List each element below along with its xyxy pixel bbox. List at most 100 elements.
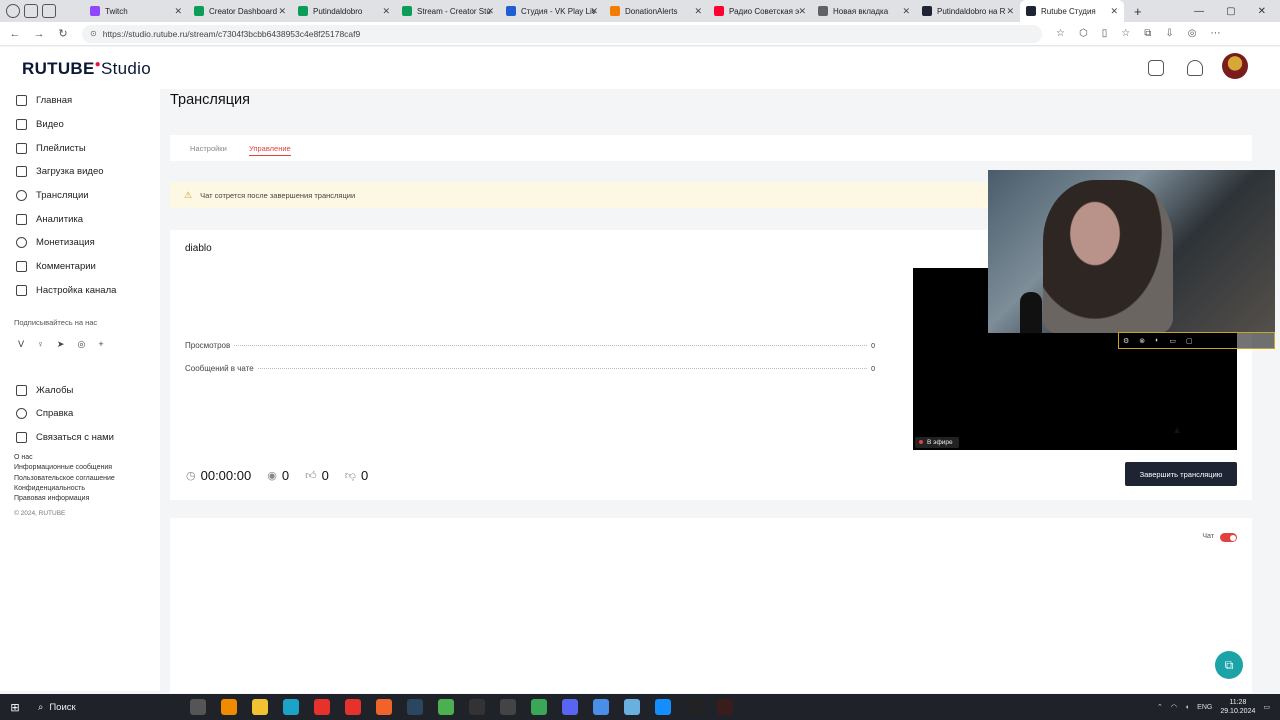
avatar[interactable]: [1222, 53, 1248, 79]
viber-icon[interactable]: ◎: [77, 339, 85, 350]
add-video-icon[interactable]: [1148, 60, 1164, 76]
volume-icon[interactable]: ◖: [1185, 704, 1189, 711]
profile-icon[interactable]: [6, 4, 20, 18]
browser-tab[interactable]: Студия - VK Play Liv ✕: [500, 0, 604, 22]
edge-icon[interactable]: [283, 699, 299, 715]
tab-close-icon[interactable]: ✕: [1006, 6, 1014, 17]
app-icon[interactable]: [500, 699, 516, 715]
chrome-icon[interactable]: [438, 699, 454, 715]
download-icon[interactable]: ⇩: [1165, 28, 1173, 39]
language-indicator[interactable]: ENG: [1197, 704, 1212, 711]
vlc-icon[interactable]: [221, 699, 237, 715]
close-window-icon[interactable]: ✕: [1258, 6, 1266, 17]
browser-tab[interactable]: Putindaldobro на R ✕: [916, 0, 1020, 22]
browser-tab-active[interactable]: Rutube Студия ✕: [1020, 0, 1124, 22]
plus-icon[interactable]: +: [98, 339, 103, 350]
new-tab-button[interactable]: +: [1124, 4, 1142, 19]
browser-tab[interactable]: Радио Советская э ✕: [708, 0, 812, 22]
tab-close-icon[interactable]: ✕: [174, 6, 182, 17]
sidebar-item-comments[interactable]: Комментарии: [0, 255, 160, 279]
sidebar-item-playlists[interactable]: Плейлисты: [0, 136, 160, 160]
tab-close-icon[interactable]: ✕: [1110, 6, 1118, 17]
tab-close-icon[interactable]: ✕: [486, 6, 494, 17]
tray-overflow-icon[interactable]: ⌃: [1157, 703, 1163, 711]
webcam-overlay[interactable]: [988, 170, 1275, 333]
obs-icon[interactable]: [686, 699, 702, 715]
sidebar-icon[interactable]: ▯: [1102, 28, 1108, 39]
notepad-icon[interactable]: [624, 699, 640, 715]
back-icon[interactable]: ←: [6, 28, 24, 40]
footer-link[interactable]: Пользовательское соглашение: [14, 474, 160, 484]
footer-link[interactable]: Конфиденциальность: [14, 484, 160, 494]
menu-icon[interactable]: ⋯: [1210, 28, 1220, 39]
copilot-icon[interactable]: ◎: [1188, 28, 1197, 39]
rutube-studio-logo[interactable]: RUTUBE●Studio: [22, 59, 151, 79]
address-bar[interactable]: ⊙ https://studio.rutube.ru/stream/c7304f…: [82, 24, 1042, 43]
tab-close-icon[interactable]: ✕: [902, 6, 910, 17]
greenshot-icon[interactable]: [531, 699, 547, 715]
windows-start-icon[interactable]: ⊞: [0, 701, 30, 714]
extensions-icon[interactable]: [24, 4, 38, 18]
footer-link[interactable]: О нас: [14, 453, 160, 463]
notifications-icon[interactable]: [1187, 60, 1203, 76]
sidebar-item-channel-settings[interactable]: Настройка канала: [0, 279, 160, 303]
browser-tab[interactable]: Creator Dashboard ✕: [188, 0, 292, 22]
extension-icon[interactable]: ⬡: [1079, 28, 1088, 39]
taskbar-search[interactable]: ⌕ Поиск: [30, 694, 150, 720]
sidebar-item-analytics[interactable]: Аналитика: [0, 207, 160, 231]
browser-tab[interactable]: Stream - Creator Stu ✕: [396, 0, 500, 22]
layout-icon[interactable]: ▭: [1169, 337, 1176, 345]
maximize-icon[interactable]: ▢: [1226, 6, 1235, 17]
chat-toggle[interactable]: [1220, 533, 1237, 542]
reload-icon[interactable]: ↻: [54, 27, 72, 40]
file-explorer-icon[interactable]: [252, 699, 268, 715]
browser-tab[interactable]: Новая вкладка ✕: [812, 0, 916, 22]
support-chat-button[interactable]: ⧉: [1215, 651, 1243, 679]
sidebar-item-upload[interactable]: Загрузка видео: [0, 160, 160, 184]
steam-icon[interactable]: [407, 699, 423, 715]
sidebar-item-video[interactable]: Видео: [0, 113, 160, 137]
chat-overlay-icon[interactable]: ▢: [1186, 337, 1193, 345]
tab-settings[interactable]: Настройки: [190, 144, 227, 153]
sidebar-item-streams[interactable]: Трансляции: [0, 184, 160, 208]
tab-close-icon[interactable]: ✕: [694, 6, 702, 17]
footer-link[interactable]: Правовая информация: [14, 494, 160, 504]
settings-icon[interactable]: ⚙: [1123, 337, 1129, 345]
yandex-icon[interactable]: [345, 699, 361, 715]
notification-center-icon[interactable]: ▭: [1263, 703, 1270, 711]
collections-icon[interactable]: ⧉: [1144, 28, 1151, 39]
footer-link[interactable]: Информационные сообщения: [14, 463, 160, 473]
tab-management[interactable]: Управление: [249, 144, 291, 156]
tab-close-icon[interactable]: ✕: [278, 6, 286, 17]
discord-icon[interactable]: [562, 699, 578, 715]
forward-icon[interactable]: →: [30, 28, 48, 40]
browser-tab[interactable]: Twitch ✕: [84, 0, 188, 22]
ok-icon[interactable]: ♀: [37, 339, 44, 350]
brave-icon[interactable]: [376, 699, 392, 715]
end-stream-button[interactable]: Завершить трансляцию: [1125, 462, 1237, 486]
site-info-icon[interactable]: ⊙: [90, 29, 97, 38]
volume-icon[interactable]: ◐: [1155, 337, 1159, 344]
browser-tab[interactable]: DonationAlerts ✕: [604, 0, 708, 22]
yandex-browser-icon[interactable]: [314, 699, 330, 715]
tab-close-icon[interactable]: ✕: [798, 6, 806, 17]
tab-actions-icon[interactable]: [42, 4, 56, 18]
battle-net-icon[interactable]: [655, 699, 671, 715]
favorites-icon[interactable]: ☆: [1121, 28, 1130, 39]
mute-icon[interactable]: ⊗: [1139, 337, 1145, 345]
app-icon[interactable]: [593, 699, 609, 715]
sidebar-item-monetization[interactable]: Монетизация: [0, 231, 160, 255]
sidebar-item-home[interactable]: Главная: [0, 89, 160, 113]
telegram-icon[interactable]: ➤: [57, 339, 65, 350]
tab-close-icon[interactable]: ✕: [590, 6, 598, 17]
sidebar-item-help[interactable]: Справка: [0, 402, 160, 426]
taskbar-clock[interactable]: 11:28 29.10.2024: [1220, 698, 1255, 716]
sidebar-item-contact[interactable]: Связаться с нами: [0, 426, 160, 450]
tab-close-icon[interactable]: ✕: [382, 6, 390, 17]
browser-tab[interactable]: Putindaldobro ✕: [292, 0, 396, 22]
task-view-icon[interactable]: [190, 699, 206, 715]
obs-icon[interactable]: [469, 699, 485, 715]
minimize-icon[interactable]: —: [1194, 6, 1204, 17]
app-icon[interactable]: [717, 699, 733, 715]
sidebar-item-complaints[interactable]: Жалобы: [0, 378, 160, 402]
